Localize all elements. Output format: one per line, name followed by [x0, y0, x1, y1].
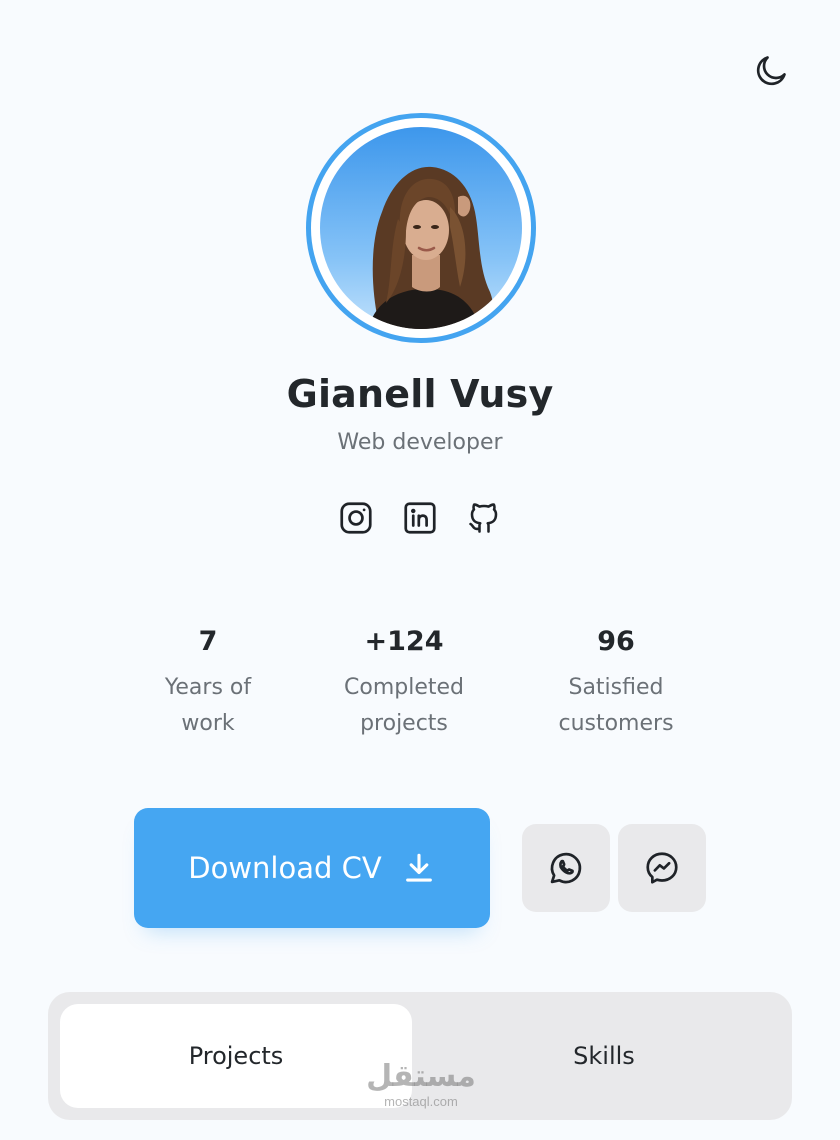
stat-label-line: Years of [164, 675, 252, 700]
github-icon [469, 503, 498, 533]
tab-label: Projects [188, 1042, 284, 1070]
stat-value: 96 [597, 626, 635, 657]
social-links [336, 498, 504, 538]
messenger-icon [646, 852, 678, 884]
stat-label: Satisfied customers [536, 670, 696, 742]
stat-label-line: Satisfied [568, 675, 664, 700]
profile-page: Gianell Vusy Web developer 7 Years of wo… [0, 0, 840, 1140]
stat-customers: 96 Satisfied customers [536, 622, 696, 742]
instagram-icon [340, 502, 372, 534]
moon-icon [756, 56, 786, 86]
stat-projects: +124 Completed projects [324, 622, 484, 742]
linkedin-link[interactable] [400, 498, 440, 538]
stat-label: Completed projects [324, 670, 484, 742]
avatar [320, 127, 522, 329]
whatsapp-button[interactable] [522, 824, 610, 912]
tab-label: Skills [573, 1042, 635, 1070]
stat-years: 7 Years of work [148, 622, 268, 742]
profile-name: Gianell Vusy [286, 372, 554, 416]
watermark-logo: مستقل mostaql.com [366, 1059, 476, 1109]
github-link[interactable] [464, 498, 504, 538]
tab-projects[interactable]: Projects [60, 1004, 412, 1108]
download-cv-button[interactable]: Download CV [134, 808, 490, 928]
stat-label-line: work [181, 711, 235, 736]
avatar-ring [306, 113, 536, 343]
whatsapp-icon [550, 852, 582, 884]
messenger-button[interactable] [618, 824, 706, 912]
profile-photo [368, 166, 494, 329]
stat-label-line: customers [558, 711, 674, 736]
instagram-link[interactable] [336, 498, 376, 538]
tab-skills[interactable]: Skills [428, 1004, 780, 1108]
stat-label: Years of work [148, 670, 268, 742]
theme-toggle-button[interactable] [750, 50, 792, 92]
watermark-arabic: مستقل [366, 1059, 476, 1094]
watermark-latin: mostaql.com [384, 1094, 458, 1109]
linkedin-icon [404, 502, 436, 534]
profile-role: Web developer [337, 430, 503, 455]
download-icon [405, 853, 432, 882]
stat-label-line: Completed [344, 675, 464, 700]
stat-value: 7 [198, 626, 218, 657]
download-cv-label: Download CV [188, 851, 382, 885]
stat-value: +124 [364, 626, 444, 657]
stat-label-line: projects [360, 711, 448, 736]
